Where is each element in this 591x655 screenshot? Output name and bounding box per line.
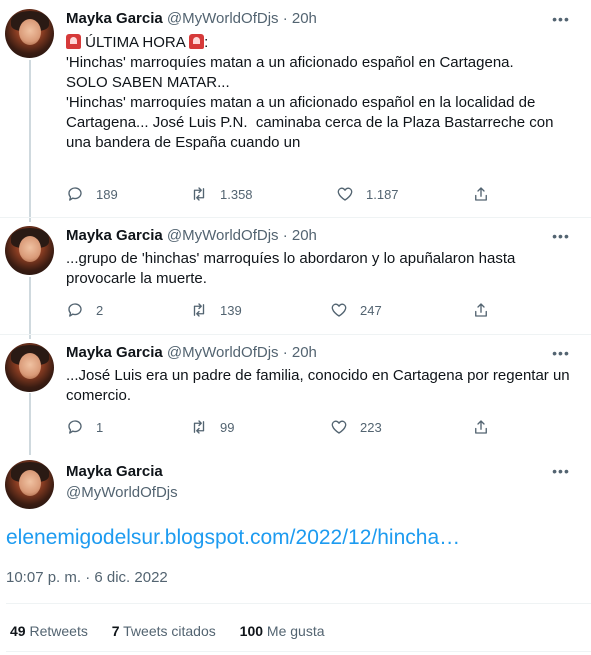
tweet-line: ...grupo de 'hinchas' marroquíes lo abor…: [66, 250, 516, 267]
tweet-line: ...José Luis era un padre de familia, co…: [66, 367, 570, 384]
reply-count: 2: [96, 302, 104, 318]
tweet-line: 'Hinchas' marroquíes matan a un aficiona…: [66, 54, 514, 71]
like-icon: [337, 187, 353, 201]
retweet-button[interactable]: 1.358: [190, 183, 253, 205]
like-icon: [331, 420, 347, 434]
reply-button[interactable]: 189: [66, 183, 118, 205]
tweet-line: ÚLTIMA HORA :: [66, 33, 586, 53]
retweet-count: 139: [220, 302, 242, 318]
like-count: 1.187: [366, 186, 399, 202]
more-icon[interactable]: •••: [550, 345, 572, 363]
tweet-text: ...José Luis era un padre de familia, co…: [66, 366, 586, 406]
author-handle[interactable]: @MyWorldOfDjs: [66, 484, 178, 501]
engagement-stats: 49 Retweets 7 Tweets citados 100 Me gust…: [10, 623, 345, 639]
like-button[interactable]: 1.187: [336, 183, 399, 205]
reply-icon: [68, 187, 82, 201]
tweet-timestamp[interactable]: 10:07 p. m. · 6 dic. 2022: [6, 569, 168, 586]
like-icon: [331, 303, 347, 317]
like-count: 223: [360, 419, 382, 435]
reply-icon: [68, 303, 82, 317]
author-name[interactable]: Mayka Garcia: [66, 344, 163, 361]
tweet-line: comercio.: [66, 387, 132, 404]
tweet-time[interactable]: 20h: [292, 10, 317, 27]
tweet-text: ...grupo de 'hinchas' marroquíes lo abor…: [66, 249, 586, 289]
likes-stat[interactable]: 100 Me gusta: [240, 623, 325, 639]
retweet-count: 1.358: [220, 186, 253, 202]
more-icon[interactable]: •••: [550, 228, 572, 246]
divider: [0, 334, 591, 335]
share-button[interactable]: [472, 299, 490, 321]
reply-button[interactable]: 1: [66, 416, 103, 438]
thread-line: [29, 60, 31, 222]
author-handle[interactable]: @MyWorldOfDjs: [167, 227, 279, 244]
tweet-time[interactable]: 20h: [292, 344, 317, 361]
author-name[interactable]: Mayka Garcia: [66, 463, 163, 480]
retweets-stat[interactable]: 49 Retweets: [10, 623, 88, 639]
like-button[interactable]: 247: [330, 299, 382, 321]
tweet-time[interactable]: 20h: [292, 227, 317, 244]
divider: [0, 217, 591, 218]
thread-line: [29, 277, 31, 339]
tweet-header: Mayka Garcia @MyWorldOfDjs · 20h: [66, 10, 317, 28]
thread-line: [29, 393, 31, 455]
reply-button[interactable]: 2: [66, 299, 103, 321]
tweet-line: SOLO SABEN MATAR...: [66, 74, 230, 91]
share-button[interactable]: [472, 183, 490, 205]
author-name[interactable]: Mayka Garcia: [66, 227, 163, 244]
tweet-line: una bandera de España cuando un: [66, 134, 301, 151]
retweet-icon: [193, 303, 205, 317]
reply-count: 1: [96, 419, 104, 435]
avatar[interactable]: [5, 226, 54, 275]
tweet-line: 'Hinchas' marroquíes matan a un aficiona…: [66, 94, 536, 111]
alarm-icon: [189, 34, 205, 49]
avatar[interactable]: [5, 460, 54, 509]
tweet-text: ÚLTIMA HORA : 'Hinchas' marroquíes matan…: [66, 33, 586, 153]
retweet-button[interactable]: 99: [190, 416, 234, 438]
retweet-count: 99: [220, 419, 235, 435]
alarm-icon: [66, 34, 81, 49]
author-handle[interactable]: @MyWorldOfDjs: [167, 344, 279, 361]
share-icon: [475, 303, 487, 317]
separator: ·: [282, 227, 288, 244]
like-button[interactable]: 223: [330, 416, 382, 438]
more-icon[interactable]: •••: [550, 11, 572, 29]
avatar[interactable]: [5, 9, 54, 58]
share-button[interactable]: [472, 416, 490, 438]
retweet-icon: [193, 187, 205, 201]
article-link[interactable]: elenemigodelsur.blogspot.com/2022/12/hin…: [6, 526, 460, 550]
retweet-icon: [193, 420, 205, 434]
share-icon: [475, 420, 487, 434]
quotes-stat[interactable]: 7 Tweets citados: [112, 623, 216, 639]
tweet-header: Mayka Garcia @MyWorldOfDjs · 20h: [66, 227, 317, 245]
tweet-line: Cartagena... José Luis P.N. caminaba cer…: [66, 114, 554, 131]
reply-icon: [68, 420, 82, 434]
like-count: 247: [360, 302, 382, 318]
divider: [6, 651, 591, 652]
author-handle[interactable]: @MyWorldOfDjs: [167, 10, 279, 27]
share-icon: [475, 187, 487, 201]
divider: [6, 603, 591, 604]
reply-count: 189: [96, 186, 118, 202]
more-icon[interactable]: •••: [550, 463, 572, 481]
separator: ·: [282, 10, 288, 27]
tweet-header: Mayka Garcia @MyWorldOfDjs · 20h: [66, 344, 317, 362]
author-name[interactable]: Mayka Garcia: [66, 10, 163, 27]
avatar[interactable]: [5, 343, 54, 392]
tweet-line: provocarle la muerte.: [66, 270, 207, 287]
retweet-button[interactable]: 139: [190, 299, 242, 321]
separator: ·: [282, 344, 288, 361]
